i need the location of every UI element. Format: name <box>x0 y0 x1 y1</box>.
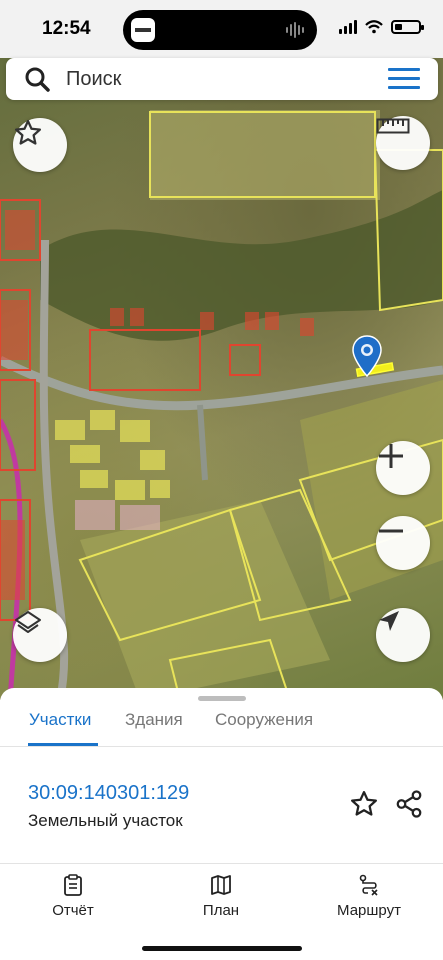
result-divider <box>0 863 443 864</box>
audio-wave-icon <box>286 22 304 38</box>
search-bar[interactable]: Поиск <box>6 58 438 100</box>
sheet-drag-handle[interactable] <box>198 696 246 701</box>
zoom-in-button[interactable] <box>376 441 430 495</box>
map-icon <box>211 875 231 895</box>
status-icons <box>339 20 424 34</box>
nav-plan-label: План <box>202 902 240 919</box>
status-bar: 12:54 <box>0 0 443 58</box>
status-time: 12:54 <box>42 18 91 39</box>
locate-me-button[interactable] <box>376 608 430 662</box>
object-type-tabs: Участки Здания Сооружения <box>0 706 443 746</box>
home-indicator <box>142 946 302 951</box>
wifi-icon <box>365 20 383 34</box>
hamburger-menu-icon[interactable] <box>388 68 420 90</box>
plus-icon <box>379 444 403 468</box>
star-icon[interactable] <box>349 789 379 819</box>
nav-route-label: Маршрут <box>337 902 401 919</box>
bottom-sheet: Участки Здания Сооружения 30:09:140301:1… <box>0 688 443 960</box>
favorites-button[interactable] <box>13 118 67 172</box>
map-pin-icon[interactable] <box>352 335 382 377</box>
nav-report-label: Отчёт <box>52 902 94 919</box>
search-icon[interactable] <box>24 66 50 92</box>
clipboard-icon <box>64 874 82 896</box>
navigation-arrow-icon <box>379 611 399 631</box>
cellular-signal-icon <box>339 20 357 34</box>
map-view[interactable] <box>0 0 443 700</box>
tabs-divider <box>0 746 443 747</box>
layers-button[interactable] <box>13 608 67 662</box>
app-activity-icon <box>131 18 155 42</box>
nav-route[interactable]: Маршрут <box>314 874 424 919</box>
minus-icon <box>379 529 403 533</box>
zoom-out-button[interactable] <box>376 516 430 570</box>
star-icon <box>15 120 41 145</box>
route-icon <box>359 874 378 896</box>
share-icon[interactable] <box>394 789 424 819</box>
tab-buildings[interactable]: Здания <box>125 710 183 730</box>
nav-plan[interactable]: План <box>166 874 276 919</box>
nav-report[interactable]: Отчёт <box>18 874 128 919</box>
ruler-button[interactable] <box>376 116 430 170</box>
tab-parcels[interactable]: Участки <box>29 710 91 730</box>
tab-structures[interactable]: Сооружения <box>215 710 313 730</box>
dynamic-island <box>123 10 317 50</box>
parcel-type-label: Земельный участок <box>28 811 183 830</box>
ruler-icon <box>376 118 410 134</box>
layers-icon <box>15 611 41 633</box>
parcel-cadastral-number[interactable]: 30:09:140301:129 <box>28 782 189 805</box>
search-input[interactable]: Поиск <box>66 68 121 91</box>
battery-icon <box>391 20 424 34</box>
